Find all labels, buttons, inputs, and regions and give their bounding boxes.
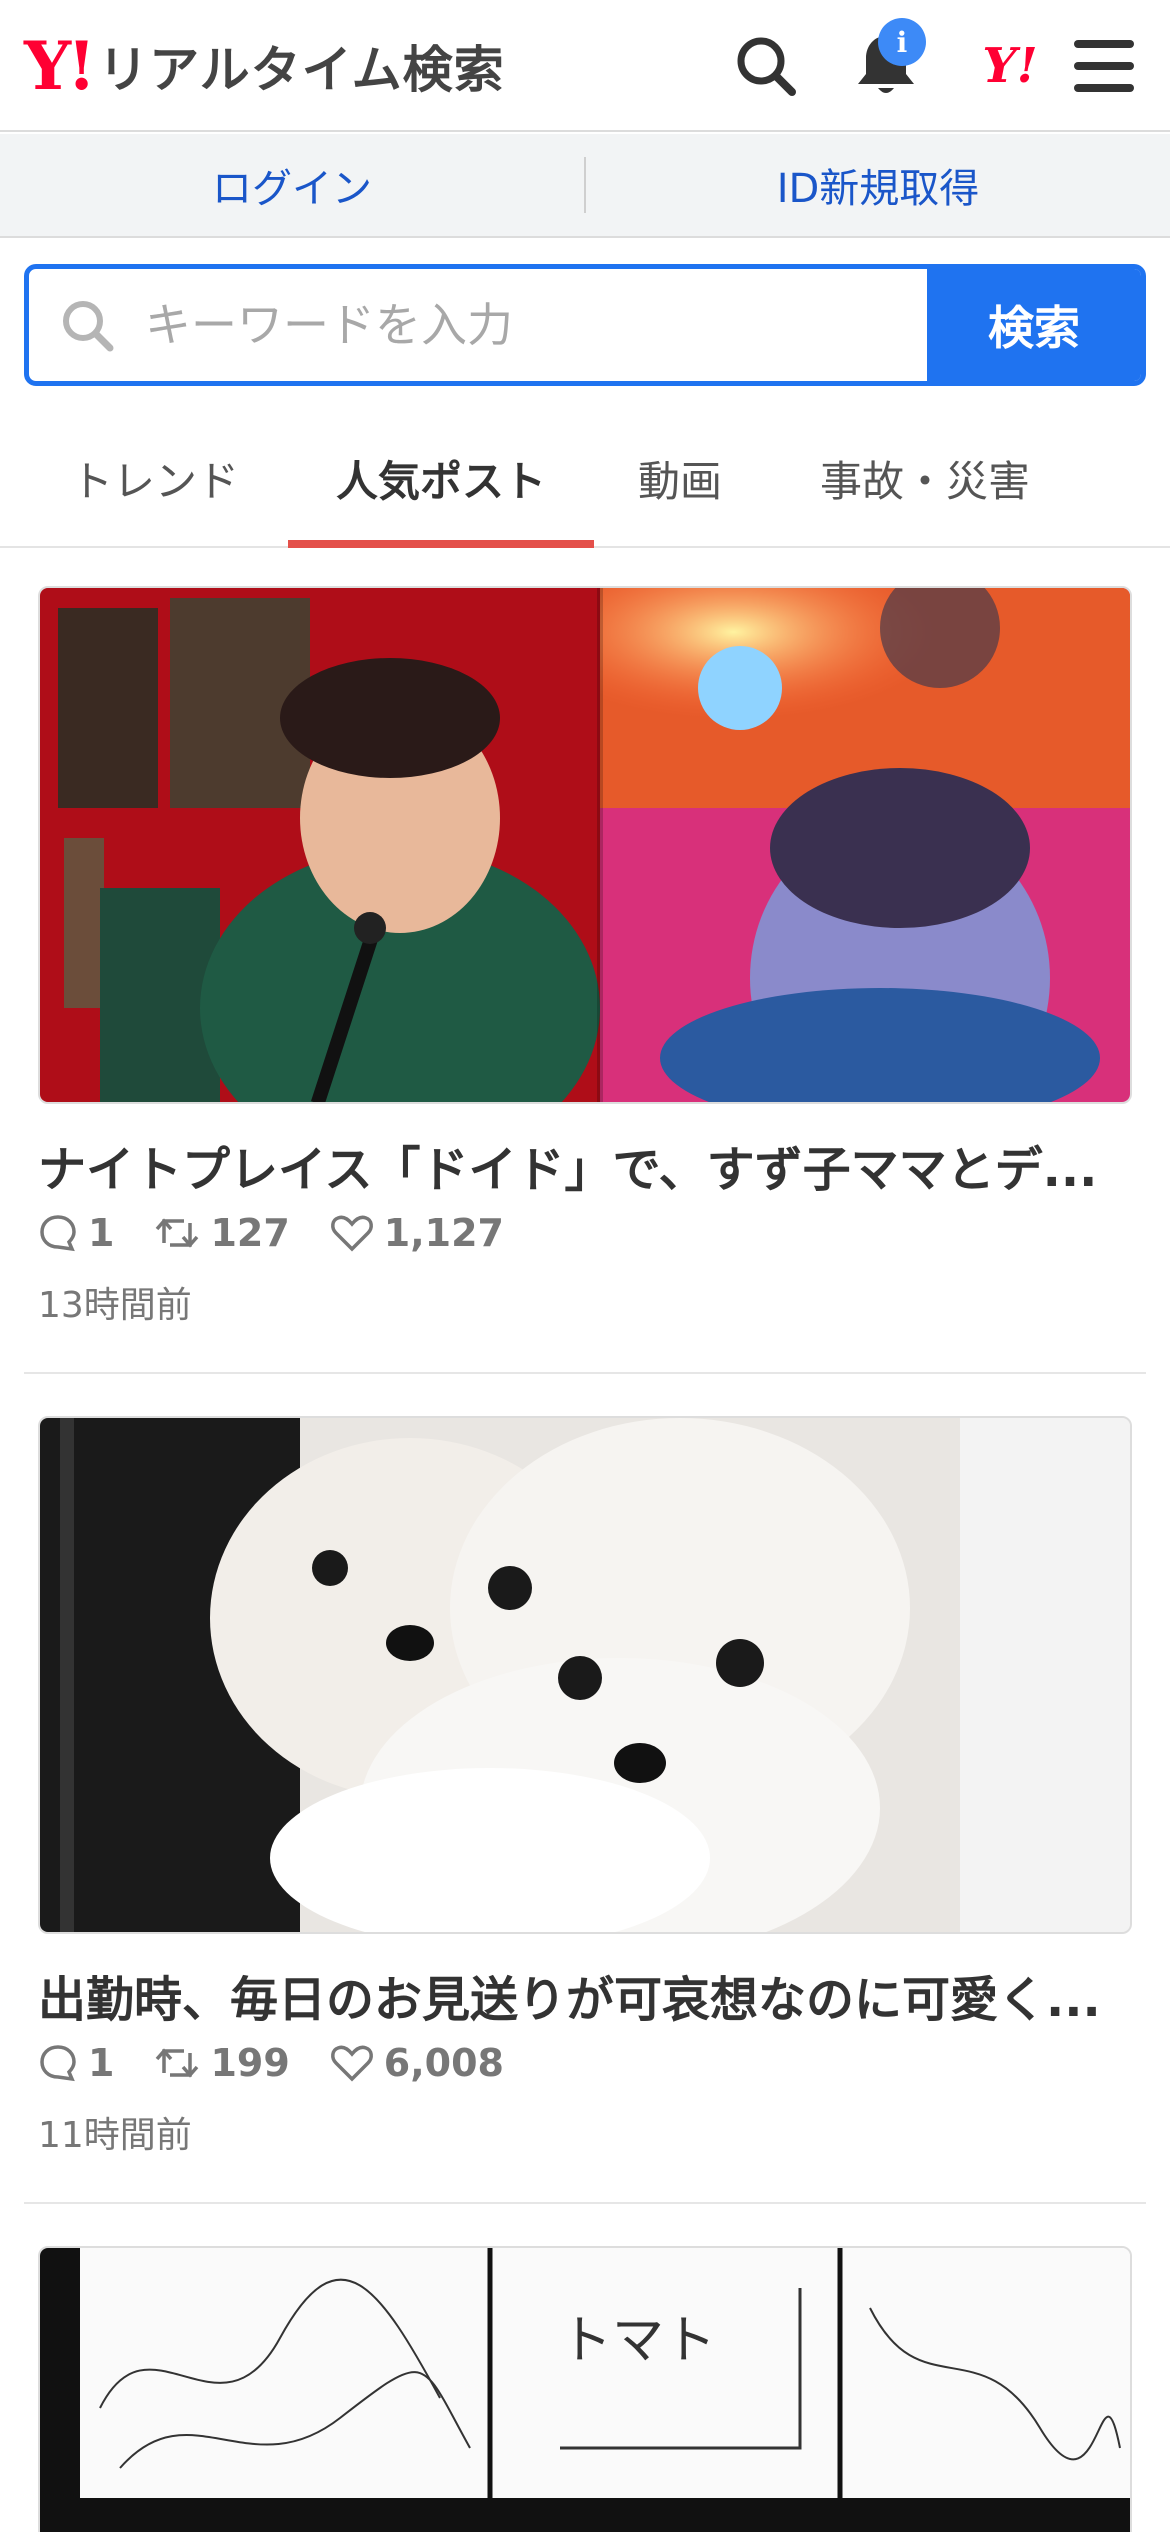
repost-stat[interactable]: 127 [154,1211,290,1255]
heart-icon [330,2045,373,2082]
post-stats: 1 199 6,008 [38,2038,544,2088]
post-title[interactable]: ナイトプレイス「ドイド」で、すず子ママとデ... [38,1130,1132,1200]
post-title[interactable]: 出勤時、毎日のお見送りが可哀想なのに可愛く... [38,1960,1132,2030]
repost-count: 127 [210,1211,290,1255]
register-link[interactable]: ID新規取得 [586,156,1170,214]
search-box: 検索 [24,264,1146,386]
yahoo-realtime-logo[interactable]: Y! リアルタイム検索 [24,26,505,106]
yahoo-mini-mark: Y! [982,38,1038,94]
yahoo-home-icon[interactable]: Y! [968,30,1052,102]
menu-icon[interactable] [1068,30,1140,102]
app-header: Y! リアルタイム検索 i Y! [0,0,1170,132]
search-button[interactable]: 検索 [927,269,1141,381]
reply-count: 1 [88,2041,115,2085]
post-image[interactable] [38,586,1132,1104]
post-stats: 1 127 1,127 [38,1208,544,1258]
notification-badge: i [878,18,926,66]
tab-trend[interactable]: トレンド [40,410,270,546]
search-icon[interactable] [730,30,802,102]
active-tab-indicator [288,540,594,548]
like-stat[interactable]: 6,008 [330,2041,504,2085]
repost-icon [156,2048,199,2078]
reply-icon [40,1215,76,1252]
post-time: 11時間前 [38,2115,192,2156]
login-link[interactable]: ログイン [0,156,584,214]
post-time: 13時間前 [38,1285,192,1326]
like-count: 1,127 [383,1211,504,1255]
yahoo-logo-mark: Y! [24,27,96,105]
search-field-icon [63,301,114,352]
post-image-text: トマト [560,2311,716,2371]
search-input[interactable] [145,298,845,352]
heart-icon [330,1215,373,1252]
card-divider [24,1372,1146,1374]
card-divider [24,2202,1146,2204]
search-field[interactable] [29,269,927,381]
tab-accidents-disasters[interactable]: 事故・災害 [800,410,1050,546]
post-image[interactable] [38,1416,1132,1934]
logo-title: リアルタイム検索 [98,41,505,99]
login-bar: ログイン ID新規取得 [0,134,1170,238]
reply-icon [40,2045,76,2082]
like-count: 6,008 [383,2041,504,2085]
post-image[interactable]: トマト [38,2246,1132,2532]
reply-count: 1 [88,1211,115,1255]
reply-stat[interactable]: 1 [38,1211,114,1255]
notification-bell-icon[interactable]: i [850,18,926,102]
tab-videos[interactable]: 動画 [610,410,750,546]
tab-popular-posts[interactable]: 人気ポスト [288,410,594,546]
like-stat[interactable]: 1,127 [330,1211,504,1255]
reply-stat[interactable]: 1 [38,2041,114,2085]
repost-icon [156,1218,199,1248]
repost-count: 199 [210,2041,290,2085]
repost-stat[interactable]: 199 [154,2041,290,2085]
category-tabs: トレンド 人気ポスト 動画 事故・災害 [0,410,1170,548]
